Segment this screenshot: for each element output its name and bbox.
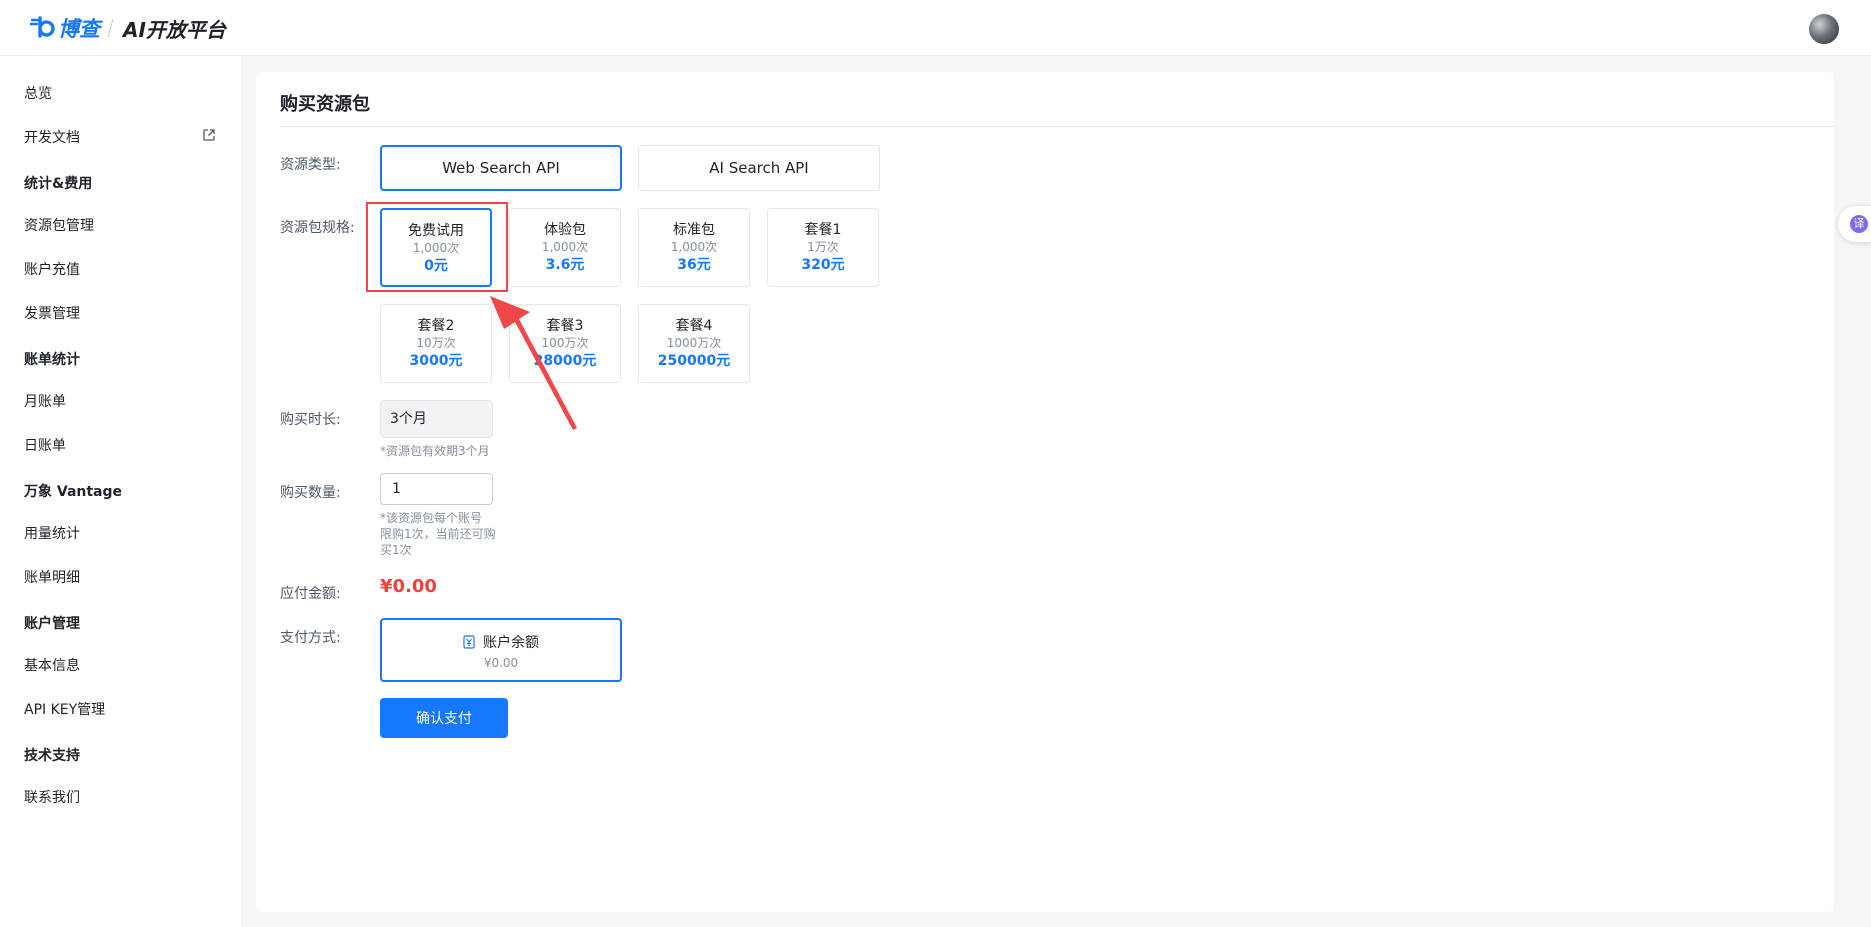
payment-method-balance[interactable]: 账户余额 ¥0.00	[380, 618, 622, 682]
package-name: 套餐1	[804, 222, 842, 238]
package-price: 36元	[677, 257, 711, 273]
logo-icon	[30, 16, 55, 38]
duration-hint: *资源包有效期3个月	[380, 444, 490, 458]
package-card-trial[interactable]: 体验包 1,000次 3.6元	[509, 208, 621, 287]
package-name: 体验包	[544, 222, 586, 238]
sidebar-item-docs[interactable]: 开发文档	[24, 127, 80, 147]
payment-label: 支付方式:	[280, 630, 341, 646]
annotation-arrow-icon	[490, 296, 577, 430]
sidebar-item-monthly-bill[interactable]: 月账单	[24, 391, 66, 411]
external-link-icon[interactable]	[202, 128, 216, 142]
duration-select[interactable]: 3个月	[380, 400, 493, 438]
package-name: 套餐4	[675, 318, 713, 334]
package-quota: 1,000次	[670, 240, 718, 254]
page-title: 购买资源包	[280, 94, 370, 115]
package-quota: 1万次	[807, 240, 839, 254]
sidebar-group-account: 账户管理	[24, 616, 80, 632]
amount-label: 应付金额:	[280, 586, 341, 602]
user-avatar[interactable]	[1809, 14, 1839, 44]
package-quota: 1,000次	[541, 240, 589, 254]
sidebar-item-package-management[interactable]: 资源包管理	[24, 215, 94, 235]
package-price: 250000元	[657, 353, 731, 369]
sidebar-group-vantage: 万象 Vantage	[24, 484, 123, 500]
sidebar-item-recharge[interactable]: 账户充值	[24, 259, 80, 279]
package-card-plan4[interactable]: 套餐4 1000万次 250000元	[638, 304, 750, 383]
payment-method-name: 账户余额	[483, 635, 539, 651]
resource-type-web-search[interactable]: Web Search API	[380, 145, 622, 191]
package-price: 3.6元	[545, 257, 585, 273]
wallet-icon	[463, 635, 475, 649]
sidebar-group-support: 技术支持	[24, 748, 80, 764]
sidebar-group-billing: 账单统计	[24, 352, 80, 368]
sidebar-item-basic-info[interactable]: 基本信息	[24, 655, 80, 675]
quantity-label: 购买数量:	[280, 485, 341, 501]
sidebar-item-daily-bill[interactable]: 日账单	[24, 435, 66, 455]
resource-type-ai-search[interactable]: AI Search API	[638, 145, 880, 191]
package-quota: 1000万次	[666, 336, 722, 350]
quantity-input[interactable]	[380, 473, 493, 505]
title-divider	[280, 126, 1834, 127]
package-card-plan1[interactable]: 套餐1 1万次 320元	[767, 208, 879, 287]
annotation-highlight-box	[366, 202, 508, 292]
purchase-panel: 购买资源包 资源类型: Web Search API AI Search API…	[256, 72, 1834, 912]
duration-label: 购买时长:	[280, 412, 341, 428]
package-card-plan2[interactable]: 套餐2 10万次 3000元	[380, 304, 492, 383]
sidebar-item-contact[interactable]: 联系我们	[24, 787, 80, 807]
package-price: 320元	[801, 257, 845, 273]
package-quota: 10万次	[416, 336, 456, 350]
package-card-standard[interactable]: 标准包 1,000次 36元	[638, 208, 750, 287]
amount-value: ¥0.00	[380, 576, 437, 597]
sidebar-item-bill-details[interactable]: 账单明细	[24, 567, 80, 587]
package-spec-label: 资源包规格:	[280, 220, 355, 236]
sidebar-item-api-key[interactable]: API KEY管理	[24, 699, 105, 719]
package-name: 套餐2	[417, 318, 455, 334]
package-price: 3000元	[409, 353, 463, 369]
quantity-hint-line-3: 买1次	[380, 543, 412, 557]
resource-type-label: 资源类型:	[280, 157, 341, 173]
account-balance: ¥0.00	[483, 656, 519, 670]
sidebar-item-overview[interactable]: 总览	[24, 83, 52, 103]
translate-icon: 译	[1850, 215, 1868, 233]
confirm-payment-button[interactable]: 确认支付	[380, 698, 508, 738]
sidebar-item-invoices[interactable]: 发票管理	[24, 303, 80, 323]
payment-method-title: 账户余额	[382, 632, 620, 652]
sidebar-item-usage-stats[interactable]: 用量统计	[24, 523, 80, 543]
platform-name: AI开放平台	[123, 17, 226, 42]
sidebar-group-stats: 统计&费用	[24, 176, 93, 192]
quantity-hint-line-2: 限购1次，当前还可购	[380, 527, 496, 541]
quantity-hint-line-1: *该资源包每个账号	[380, 511, 483, 525]
sidebar: 总览 开发文档 统计&费用 资源包管理 账户充值 发票管理 账单统计 月账单 日…	[0, 56, 241, 927]
package-name: 标准包	[673, 222, 715, 238]
translate-widget[interactable]: 译	[1838, 206, 1871, 242]
logo-divider	[107, 19, 114, 37]
logo[interactable]: 博查 AI开放平台	[30, 14, 226, 42]
brand-name: 博查	[58, 17, 100, 41]
top-bar: 博查 AI开放平台	[0, 0, 1871, 56]
